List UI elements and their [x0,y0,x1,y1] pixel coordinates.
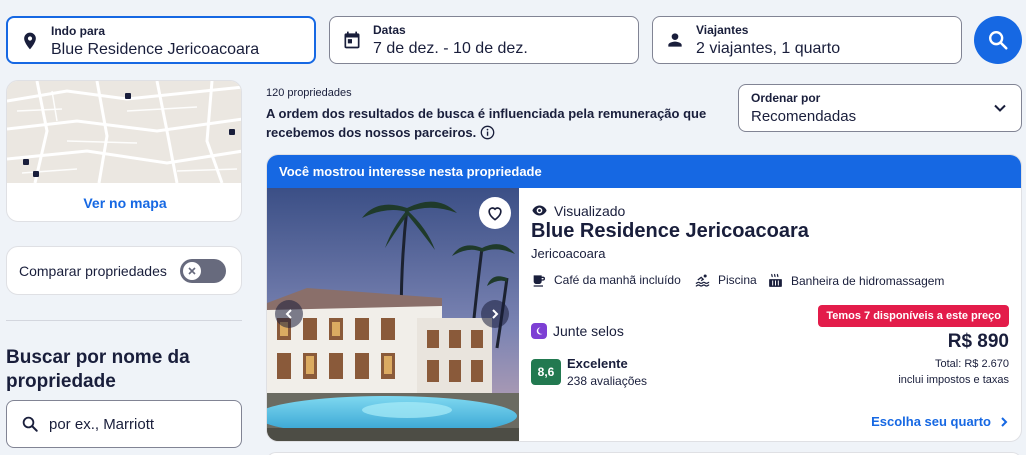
location-pin-icon [24,32,36,50]
property-card[interactable]: Você mostrou interesse nesta propriedade [266,154,1022,442]
map-preview [7,81,241,183]
rating-word: Excelente [567,356,628,371]
property-name[interactable]: Blue Residence Jericoacoara [531,220,809,243]
chevron-left-icon [285,309,292,319]
choose-room-link[interactable]: Escolha seu quarto [871,414,1009,429]
compare-properties-card: Comparar propriedades [6,246,242,295]
sort-dropdown[interactable]: Ordenar por Recomendadas [738,84,1022,132]
view-on-map-link[interactable]: Ver no mapa [7,195,241,211]
hot-tub-icon [769,273,782,287]
eye-icon [532,205,547,216]
info-icon[interactable] [480,125,495,140]
nightly-price: R$ 890 [947,331,1009,352]
map-card[interactable]: Ver no mapa [6,80,242,222]
pool-icon [695,274,710,287]
photo-next-button[interactable] [481,300,509,328]
amenity-pool: Piscina [694,272,757,288]
amenity-label: Piscina [718,273,757,287]
person-icon [668,33,682,47]
travelers-value: 2 viajantes, 1 quarto [696,40,841,57]
compare-properties-toggle[interactable] [180,259,226,283]
property-name-placeholder: por ex., Marriott [49,416,155,433]
loyalty-label: Junte selos [553,323,624,339]
chevron-right-icon [1001,416,1008,427]
travelers-field[interactable]: Viajantes 2 viajantes, 1 quarto [652,16,962,64]
amenity-breakfast: Café da manhã incluído [531,272,681,288]
chevron-right-icon [492,309,499,319]
dates-label: Datas [373,23,406,37]
coffee-icon [533,275,545,287]
property-name-search-input[interactable]: por ex., Marriott [6,400,242,448]
total-price: Total: R$ 2.670 [935,358,1009,370]
dates-value: 7 de dez. - 10 de dez. [373,40,528,57]
close-icon [188,267,196,275]
review-score-badge: 8,6 [531,359,561,385]
calendar-icon [344,31,360,49]
heart-icon [488,207,502,221]
property-location: Jericoacoara [531,246,606,261]
destination-field[interactable]: Indo para Blue Residence Jericoacoara [6,16,316,64]
compare-properties-label: Comparar propriedades [19,263,167,279]
destination-value: Blue Residence Jericoacoara [51,41,260,58]
ranking-disclaimer: A ordem dos resultados de busca é influe… [266,104,736,142]
travelers-label: Viajantes [696,23,749,37]
viewed-label: Visualizado [554,202,626,219]
favorite-button[interactable] [479,197,511,229]
choose-room-label: Escolha seu quarto [871,414,991,429]
photo-prev-button[interactable] [275,300,303,328]
search-icon [22,416,38,432]
amenity-label: Café da manhã incluído [554,273,681,287]
interest-banner: Você mostrou interesse nesta propriedade [267,155,1021,188]
taxes-note: inclui impostos e taxas [898,374,1009,386]
amenity-label: Banheira de hidromassagem [791,273,945,288]
sort-label: Ordenar por [751,91,821,105]
loyalty-stamp-icon [531,323,547,339]
search-button[interactable] [974,16,1022,64]
viewed-indicator: Visualizado [531,202,625,219]
amenity-hot-tub: Banheira de hidromassagem [767,272,944,289]
name-search-heading: Buscar por nome da propriedade [6,347,190,392]
sort-value: Recomendadas [751,108,857,125]
results-count: 120 propriedades [266,87,352,99]
availability-badge: Temos 7 disponíveis a este preço [818,305,1009,327]
loyalty-badge: Junte selos [531,323,624,339]
chevron-down-icon [994,104,1006,112]
dates-field[interactable]: Datas 7 de dez. - 10 de dez. [329,16,639,64]
search-icon [989,31,1008,50]
review-count: 238 avaliações [567,374,648,388]
sidebar-divider [6,320,242,321]
destination-label: Indo para [51,24,106,38]
